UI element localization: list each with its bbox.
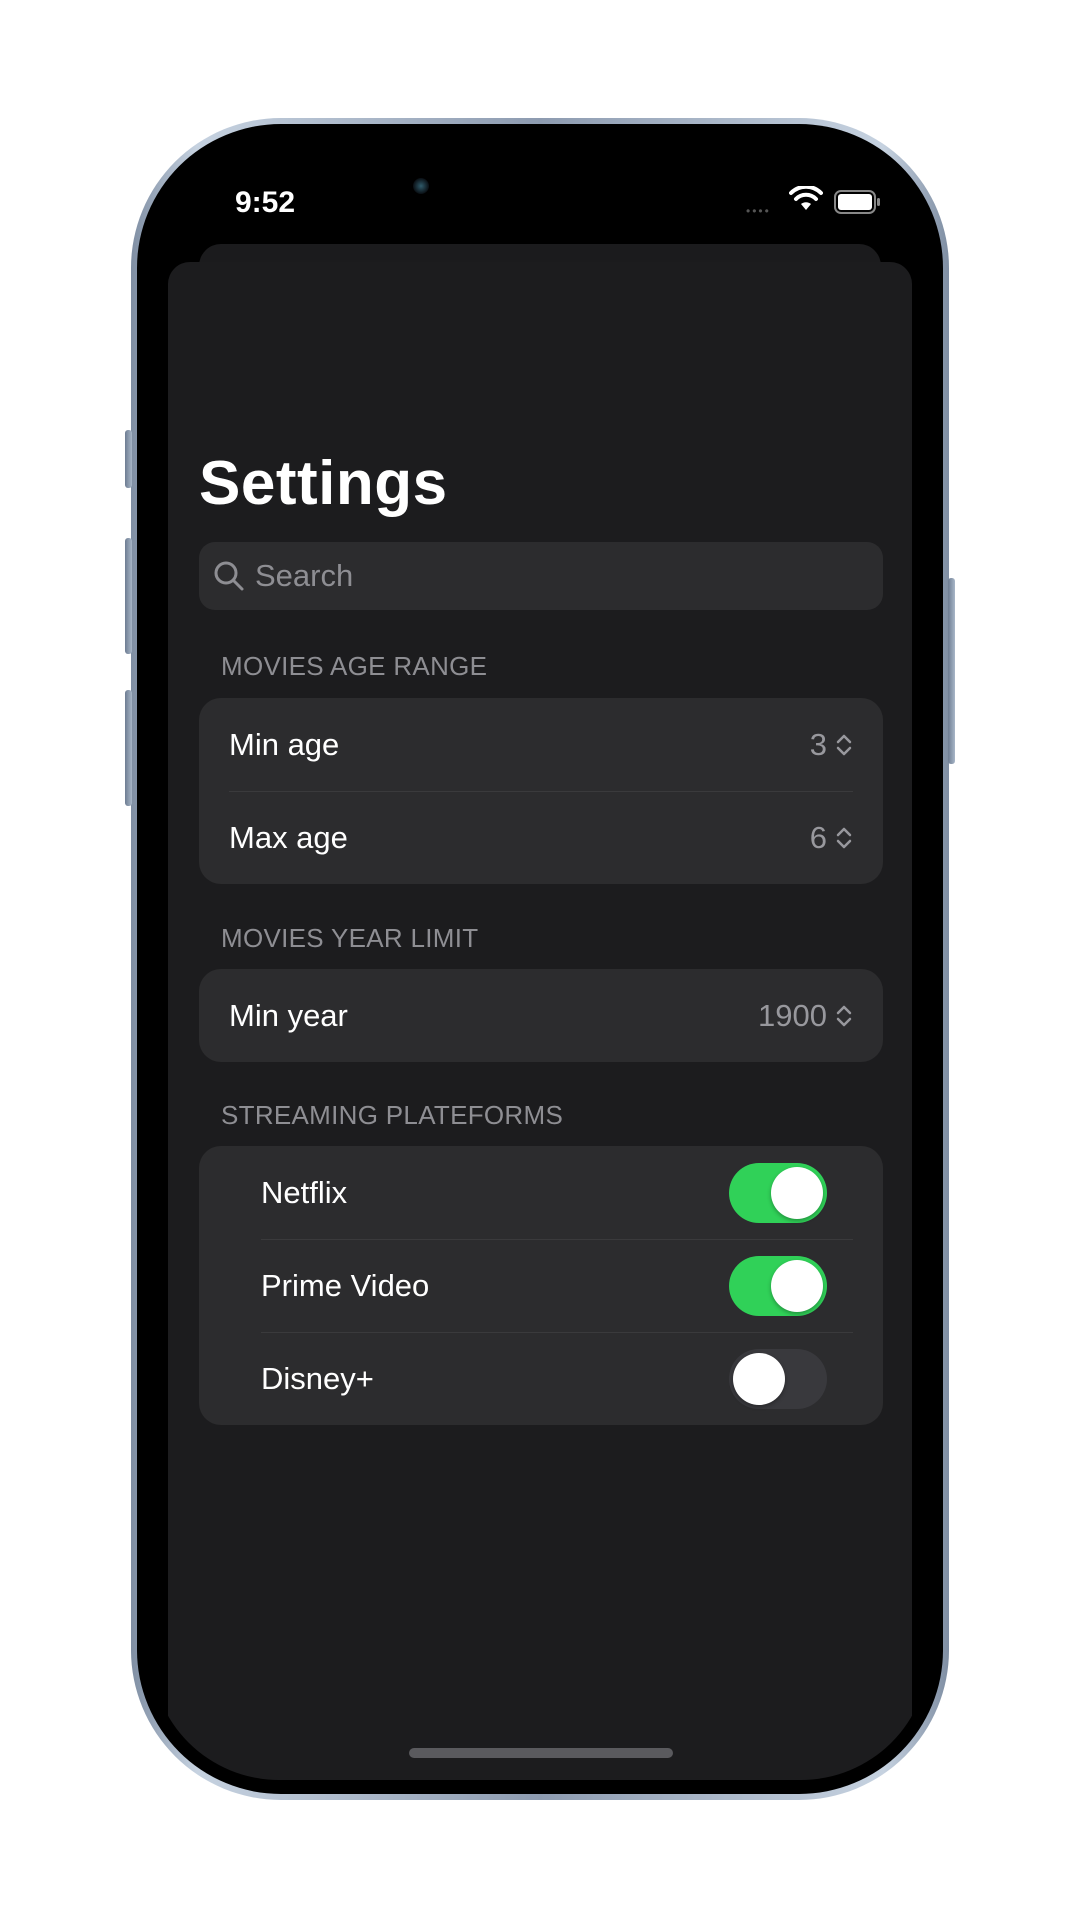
disney-plus-label: Disney+ (261, 1360, 374, 1396)
status-time: 9:52 (235, 186, 296, 219)
toggle-knob (771, 1260, 823, 1312)
disney-plus-row: Disney+ (199, 1332, 883, 1425)
min-year-row[interactable]: Min year 1900 (199, 969, 883, 1062)
section-header-year-limit: MOVIES YEAR LIMIT (221, 923, 479, 953)
phone-screen: 9:52 •••• Settings MOVIES AGE RANGE Min … (151, 136, 929, 1780)
min-age-value: 3 (809, 726, 827, 762)
page-title: Settings (199, 449, 448, 518)
front-camera (413, 178, 429, 194)
stepper-chevron-icon[interactable] (835, 1003, 853, 1029)
disney-plus-toggle[interactable] (729, 1349, 827, 1409)
max-age-label: Max age (229, 819, 348, 855)
volume-down-button (125, 690, 132, 806)
search-bar[interactable] (199, 542, 883, 610)
min-age-row[interactable]: Min age 3 (199, 698, 883, 791)
home-indicator[interactable] (409, 1748, 673, 1758)
section-header-age-range: MOVIES AGE RANGE (221, 651, 488, 681)
search-icon (214, 561, 244, 591)
prime-video-label: Prime Video (261, 1267, 430, 1303)
wifi-icon (789, 186, 823, 210)
min-year-label: Min year (229, 997, 348, 1033)
min-year-value: 1900 (758, 997, 827, 1033)
section-header-streaming: STREAMING PLATEFORMS (221, 1100, 564, 1130)
min-age-label: Min age (229, 726, 340, 762)
search-input[interactable] (255, 542, 855, 610)
prime-video-toggle[interactable] (729, 1256, 827, 1316)
cellular-signal-icon: •••• (746, 204, 771, 218)
prime-video-row: Prime Video (199, 1239, 883, 1332)
max-age-value: 6 (809, 819, 827, 855)
stepper-chevron-icon[interactable] (835, 732, 853, 758)
netflix-label: Netflix (261, 1174, 348, 1210)
silent-switch (125, 430, 132, 488)
streaming-group: Netflix Prime Video Disney+ (199, 1146, 883, 1425)
netflix-row: Netflix (199, 1146, 883, 1239)
toggle-knob (771, 1167, 823, 1219)
netflix-toggle[interactable] (729, 1163, 827, 1223)
max-age-row[interactable]: Max age 6 (199, 791, 883, 884)
year-limit-group: Min year 1900 (199, 969, 883, 1062)
toggle-knob (733, 1353, 785, 1405)
power-button (948, 578, 955, 764)
battery-icon (834, 190, 880, 214)
age-range-group: Min age 3 Max age 6 (199, 698, 883, 884)
stepper-chevron-icon[interactable] (835, 825, 853, 851)
volume-up-button (125, 538, 132, 654)
